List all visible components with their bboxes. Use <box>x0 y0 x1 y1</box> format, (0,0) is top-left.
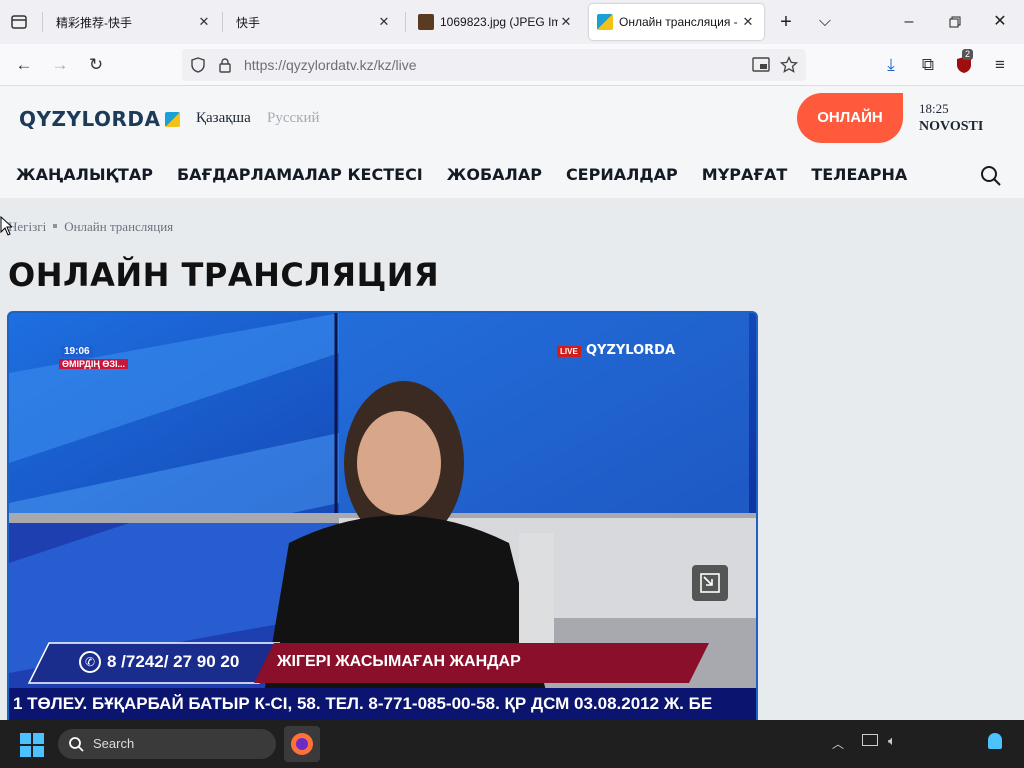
taskbar-search[interactable]: Search <box>58 729 276 759</box>
minimize-icon[interactable]: – <box>897 10 921 34</box>
url-path: /kz/live <box>373 57 417 73</box>
exit-fullscreen-icon[interactable] <box>692 565 728 601</box>
shield-icon[interactable] <box>190 57 206 73</box>
tab-jpeg-image[interactable]: 1069823.jpg (JPEG Imag ✕ <box>410 4 582 40</box>
tab-kuaishou-featured[interactable]: 精彩推荐-快手 ✕ <box>48 4 220 40</box>
notification-bell-icon[interactable] <box>988 733 1002 749</box>
search-icon[interactable] <box>980 165 1002 187</box>
online-button[interactable]: ОНЛАЙН <box>797 93 903 143</box>
menu-item-archive[interactable]: МҰРАҒАТ <box>702 165 788 187</box>
tab-overflow-chevron-down-icon[interactable]: ⌵ <box>813 10 837 34</box>
main-menu: ЖАҢАЛЫҚТАР БАҒДАРЛАМАЛАР КЕСТЕСІ ЖОБАЛАР… <box>16 165 931 187</box>
lock-icon[interactable] <box>218 57 232 73</box>
logo-text: QYZYLORDA <box>19 107 161 131</box>
close-window-icon[interactable]: ✕ <box>988 10 1012 34</box>
breadcrumb-home[interactable]: Негізгі <box>8 219 46 234</box>
extensions-puzzle-icon[interactable]: ⧉ <box>916 53 940 77</box>
search-icon <box>69 737 84 752</box>
menu-item-projects[interactable]: ЖОБАЛАР <box>447 165 542 187</box>
tab-list-icon[interactable] <box>8 12 30 32</box>
tab-kuaishou[interactable]: 快手 ✕ <box>228 4 400 40</box>
network-icon[interactable] <box>862 734 878 746</box>
windows-start-icon[interactable] <box>20 733 44 757</box>
ublock-extension-icon[interactable]: 2 <box>952 49 976 77</box>
mouse-cursor-icon <box>0 216 12 236</box>
page-title: ОНЛАЙН ТРАНСЛЯЦИЯ <box>8 256 440 294</box>
breadcrumb-current: Онлайн трансляция <box>64 219 174 234</box>
hamburger-menu-icon[interactable]: ≡ <box>988 53 1012 77</box>
breadcrumb: Негізгі Онлайн трансляция <box>8 219 173 235</box>
url-bar[interactable]: https://qyzylordatv.kz/kz/live <box>182 49 806 81</box>
lang-kazakh[interactable]: Қазақша <box>196 110 251 127</box>
tab-title: 精彩推荐-快手 <box>56 15 132 30</box>
site-favicon-icon <box>597 14 613 30</box>
close-icon[interactable]: ✕ <box>558 14 574 30</box>
taskbar-search-placeholder: Search <box>93 736 135 751</box>
browser-tab-bar: 精彩推荐-快手 ✕ 快手 ✕ 1069823.jpg (JPEG Imag ✕ … <box>0 0 1024 44</box>
url-text: https://qyzylordatv.kz/kz/live <box>244 57 416 73</box>
video-phone: 8 /7242/ 27 90 20 <box>107 652 240 671</box>
menu-item-series[interactable]: СЕРИАЛДАР <box>566 165 678 187</box>
video-player[interactable]: 19:06 ӨМІРДІҢ ӨЗІ... LIVE QYZYLORDA ✆ 8 … <box>7 311 758 725</box>
menu-item-news[interactable]: ЖАҢАЛЫҚТАР <box>16 165 153 187</box>
close-icon[interactable]: ✕ <box>196 14 212 30</box>
video-lower-third: ЖІГЕРІ ЖАСЫМАҒАН ЖАНДАР <box>277 653 521 670</box>
menu-item-channel[interactable]: ТЕЛЕАРНА <box>811 165 907 187</box>
video-program-tag: ӨМІРДІҢ ӨЗІ... <box>59 359 128 369</box>
now-playing-time: 18:25 <box>919 101 949 116</box>
close-icon[interactable]: ✕ <box>376 14 392 30</box>
site-header: QYZYLORDA Қазақша Русский ОНЛАЙН 18:25 N… <box>0 86 1024 198</box>
tab-title: 1069823.jpg (JPEG Imag <box>440 15 558 29</box>
tab-title: Онлайн трансляция - <box>619 15 738 29</box>
video-channel-logo: QYZYLORDA <box>586 343 676 358</box>
menu-item-schedule[interactable]: БАҒДАРЛАМАЛАР КЕСТЕСІ <box>177 165 423 187</box>
image-icon <box>418 14 434 30</box>
forward-arrow-icon[interactable]: → <box>48 53 72 77</box>
logo-mark-icon <box>165 112 181 127</box>
new-tab-plus-icon[interactable]: + <box>774 10 798 34</box>
back-arrow-icon[interactable]: ← <box>12 53 36 77</box>
video-ticker: 1 ТӨЛЕУ. БҰҚАРБАЙ БАТЫР К-СІ, 58. ТЕЛ. 8… <box>13 694 713 713</box>
lang-russian[interactable]: Русский <box>267 110 320 127</box>
now-playing-show: NOVOSTI <box>919 119 984 134</box>
video-clock: 19:06 <box>61 346 93 357</box>
reload-icon[interactable]: ↻ <box>84 53 108 77</box>
extension-badge: 2 <box>962 49 974 60</box>
tab-title: 快手 <box>236 15 261 30</box>
windows-taskbar: Search ︿ 🔈︎ <box>0 720 1024 768</box>
site-logo[interactable]: QYZYLORDA <box>19 107 181 131</box>
bookmark-star-icon[interactable] <box>780 56 798 74</box>
video-live-badge: LIVE <box>557 346 581 357</box>
video-phone-line: ✆ 8 /7242/ 27 90 20 <box>79 651 239 673</box>
phone-icon: ✆ <box>79 651 101 673</box>
volume-icon[interactable]: 🔈︎ <box>888 733 896 749</box>
close-icon[interactable]: ✕ <box>740 14 756 30</box>
url-host: https://qyzylordatv.kz <box>244 57 374 73</box>
tray-chevron-up-icon[interactable]: ︿ <box>832 735 844 752</box>
browser-nav-bar: ← → ↻ https://qyzylordatv.kz/kz/live ⤓ ⧉… <box>0 44 1024 86</box>
picture-in-picture-icon[interactable] <box>752 57 770 73</box>
downloads-icon[interactable]: ⤓ <box>879 53 903 77</box>
tab-online-broadcast[interactable]: Онлайн трансляция - ✕ <box>589 4 764 40</box>
firefox-taskbar-icon[interactable] <box>284 726 320 762</box>
maximize-icon[interactable] <box>943 10 967 34</box>
